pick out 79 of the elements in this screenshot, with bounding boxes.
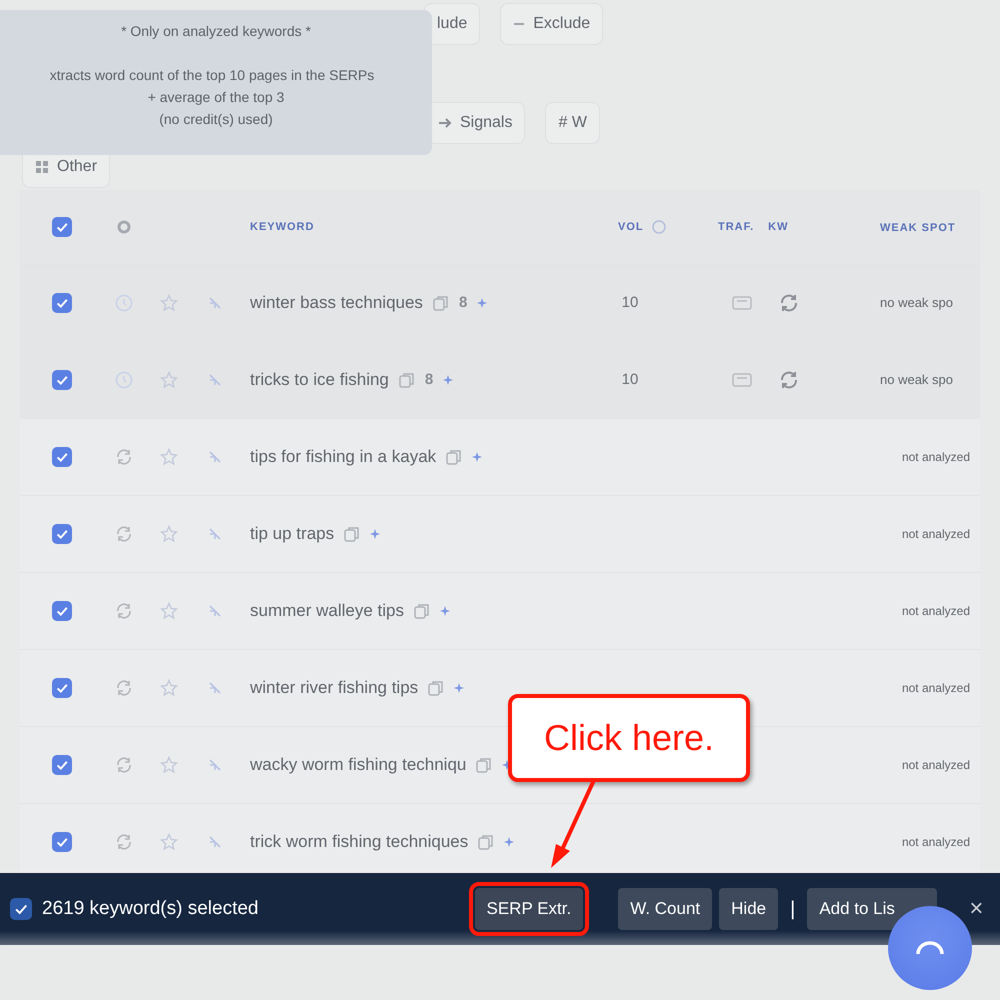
checkbox[interactable] <box>52 447 72 467</box>
action-button[interactable]: W. Count <box>618 888 712 930</box>
checkbox[interactable] <box>52 524 72 544</box>
keyword-text[interactable]: summer walleye tips <box>250 598 404 624</box>
sparkle-icon <box>443 375 454 385</box>
chat-icon <box>916 941 944 955</box>
count-text: 8 <box>424 370 434 390</box>
checkbox[interactable] <box>10 898 32 920</box>
status-text: not analyzed <box>902 527 970 541</box>
close-button[interactable]: × <box>969 891 984 927</box>
checkbox[interactable] <box>52 370 72 390</box>
card-icon[interactable] <box>732 372 752 388</box>
tooltip-text: xtracts word count of the top 10 pages in the SERPs <box>48 66 376 85</box>
checkbox[interactable] <box>52 217 72 237</box>
action-button[interactable]: SERP Extr. <box>474 888 584 930</box>
callout: Click here. <box>508 694 750 782</box>
column-header[interactable]: KEYWORD <box>250 218 314 236</box>
filter-button[interactable]: # W <box>545 102 600 144</box>
keyword-text[interactable]: trick worm fishing techniques <box>250 829 468 855</box>
star-icon[interactable] <box>160 525 178 543</box>
tooltip-text: (no credit(s) used) <box>158 110 274 129</box>
status-text: not analyzed <box>902 758 970 772</box>
count-text: 8 <box>458 292 468 313</box>
copy-icon[interactable] <box>446 449 462 465</box>
sparkle-icon <box>472 452 482 462</box>
copy-icon[interactable] <box>414 603 430 619</box>
star-icon[interactable] <box>160 756 178 774</box>
copy-icon[interactable] <box>344 526 360 542</box>
keyword-text[interactable]: wacky worm fishing techniqu <box>250 752 466 778</box>
info-icon <box>652 220 666 234</box>
column-header[interactable]: WEAK SPOT <box>880 222 956 234</box>
tooltip-text: * Only on analyzed keywords * <box>120 22 312 41</box>
action-button[interactable]: Hide <box>719 888 778 930</box>
copy-icon[interactable] <box>432 295 449 311</box>
sparkle-icon <box>477 298 488 308</box>
volume-text: 10 <box>622 294 638 311</box>
sparkle-icon <box>454 683 464 693</box>
keyword-text[interactable]: tricks to ice fishing <box>250 367 389 393</box>
keyword-text[interactable]: winter river fishing tips <box>250 675 418 701</box>
column-header[interactable]: VOL <box>618 218 644 236</box>
filter-button[interactable]: Exclude <box>500 3 604 45</box>
tooltip-text: + average of the top 3 <box>146 88 286 107</box>
keyword-text[interactable]: tip up traps <box>250 521 334 547</box>
status-text: not analyzed <box>902 604 970 618</box>
volume-text: 10 <box>622 370 638 388</box>
star-icon[interactable] <box>160 833 178 851</box>
star-icon[interactable] <box>160 679 178 697</box>
copy-icon[interactable] <box>478 834 494 850</box>
checkbox[interactable] <box>52 755 72 775</box>
arrow-icon <box>438 117 452 129</box>
checkbox[interactable] <box>52 601 72 621</box>
status-text: no weak spo <box>880 372 953 388</box>
keyword-text[interactable]: tips for fishing in a kayak <box>250 444 436 470</box>
copy-icon[interactable] <box>398 372 415 388</box>
copy-icon[interactable] <box>476 757 492 773</box>
status-text: no weak spo <box>880 295 953 310</box>
star-icon[interactable] <box>160 294 178 312</box>
sparkle-icon <box>504 837 514 847</box>
sparkle-icon <box>370 529 380 539</box>
checkbox[interactable] <box>52 678 72 698</box>
status-text: not analyzed <box>902 835 970 849</box>
refresh-icon[interactable] <box>778 293 800 313</box>
star-icon[interactable] <box>160 602 178 620</box>
star-icon[interactable] <box>160 448 178 466</box>
sparkle-icon <box>440 606 450 616</box>
checkbox[interactable] <box>52 293 72 313</box>
column-header[interactable]: TRAF. <box>718 218 754 236</box>
status-text: not analyzed <box>902 681 970 695</box>
separator: | <box>790 897 796 922</box>
grid-icon <box>35 160 49 174</box>
selection-count: 2619 keyword(s) selected <box>42 896 258 921</box>
keyword-text[interactable]: winter bass techniques <box>250 290 423 316</box>
copy-icon[interactable] <box>428 680 444 696</box>
card-icon[interactable] <box>732 295 752 311</box>
column-header[interactable]: KW <box>768 218 788 236</box>
status-text: not analyzed <box>902 450 970 464</box>
refresh-icon[interactable] <box>778 370 800 390</box>
star-icon[interactable] <box>160 371 178 389</box>
checkbox[interactable] <box>52 832 72 852</box>
